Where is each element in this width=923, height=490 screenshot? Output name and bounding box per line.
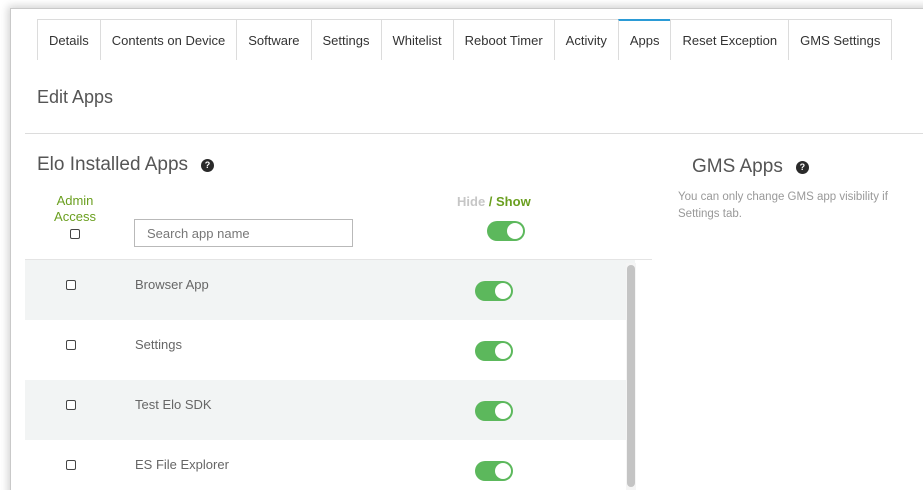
admin-access-checkbox[interactable]: [66, 280, 76, 290]
show-label: Show: [496, 194, 531, 209]
gms-apps-description: You can only change GMS app visibility i…: [678, 189, 923, 223]
tab-gms-settings[interactable]: GMS Settings: [788, 19, 893, 60]
admin-access-checkbox[interactable]: [66, 340, 76, 350]
gms-description-line-1: You can only change GMS app visibility i…: [678, 191, 888, 203]
app-name: Browser App: [135, 277, 209, 292]
gms-apps-title: GMS Apps ?: [692, 156, 809, 178]
list-item: Test Elo SDK: [25, 380, 635, 440]
admin-access-label-line-2: Access: [54, 209, 96, 224]
tab-contents-on-device[interactable]: Contents on Device: [99, 19, 238, 60]
tab-bar: Details Contents on Device Software Sett…: [37, 19, 893, 60]
list-item: Settings: [25, 320, 635, 380]
app-list: Browser App Settings Test Elo SDK ES Fil…: [25, 259, 652, 490]
tab-software[interactable]: Software: [236, 19, 312, 60]
scrollbar-thumb[interactable]: [627, 265, 635, 487]
question-circle-icon[interactable]: ?: [201, 158, 215, 172]
admin-access-header: Admin Access: [45, 193, 105, 243]
app-name: Test Elo SDK: [135, 397, 212, 412]
app-name: Settings: [135, 337, 182, 352]
elo-installed-apps-title: Elo Installed Apps ?: [37, 154, 215, 176]
tab-whitelist[interactable]: Whitelist: [380, 19, 454, 60]
hide-label: Hide: [457, 194, 486, 209]
tab-reboot-timer[interactable]: Reboot Timer: [452, 19, 555, 60]
divider: [25, 133, 923, 134]
search-app-input[interactable]: [134, 219, 353, 247]
elo-installed-apps-title-text: Elo Installed Apps: [37, 154, 189, 175]
toggle-knob: [495, 283, 511, 299]
admin-access-select-all-checkbox[interactable]: [70, 229, 80, 239]
app-name: ES File Explorer: [135, 457, 229, 472]
app-list-scrollbar[interactable]: [626, 263, 636, 490]
tab-details[interactable]: Details: [37, 19, 101, 60]
hide-show-header: Hide / Show: [457, 194, 531, 209]
hide-show-separator: /: [485, 194, 497, 209]
admin-access-checkbox[interactable]: [66, 460, 76, 470]
question-circle-icon[interactable]: ?: [795, 160, 809, 174]
toggle-knob: [495, 463, 511, 479]
list-item: Browser App: [25, 260, 635, 320]
app-visibility-toggle[interactable]: [475, 461, 513, 481]
tab-activity[interactable]: Activity: [553, 19, 619, 60]
app-visibility-toggle[interactable]: [475, 281, 513, 301]
tab-reset-exception[interactable]: Reset Exception: [670, 19, 790, 60]
gms-apps-title-text: GMS Apps: [692, 156, 783, 177]
tab-settings[interactable]: Settings: [310, 19, 382, 60]
device-detail-panel: Details Contents on Device Software Sett…: [10, 8, 923, 490]
toggle-knob: [495, 343, 511, 359]
gms-description-line-2: Settings tab.: [678, 208, 742, 220]
toggle-knob: [507, 223, 523, 239]
admin-access-checkbox[interactable]: [66, 400, 76, 410]
admin-access-label-line-1: Admin: [56, 193, 94, 208]
list-item: ES File Explorer: [25, 440, 635, 490]
page-title: Edit Apps: [37, 87, 114, 107]
app-visibility-toggle[interactable]: [475, 341, 513, 361]
tab-apps[interactable]: Apps: [617, 19, 672, 60]
app-visibility-toggle[interactable]: [475, 401, 513, 421]
toggle-knob: [495, 403, 511, 419]
show-all-toggle[interactable]: [487, 221, 525, 241]
